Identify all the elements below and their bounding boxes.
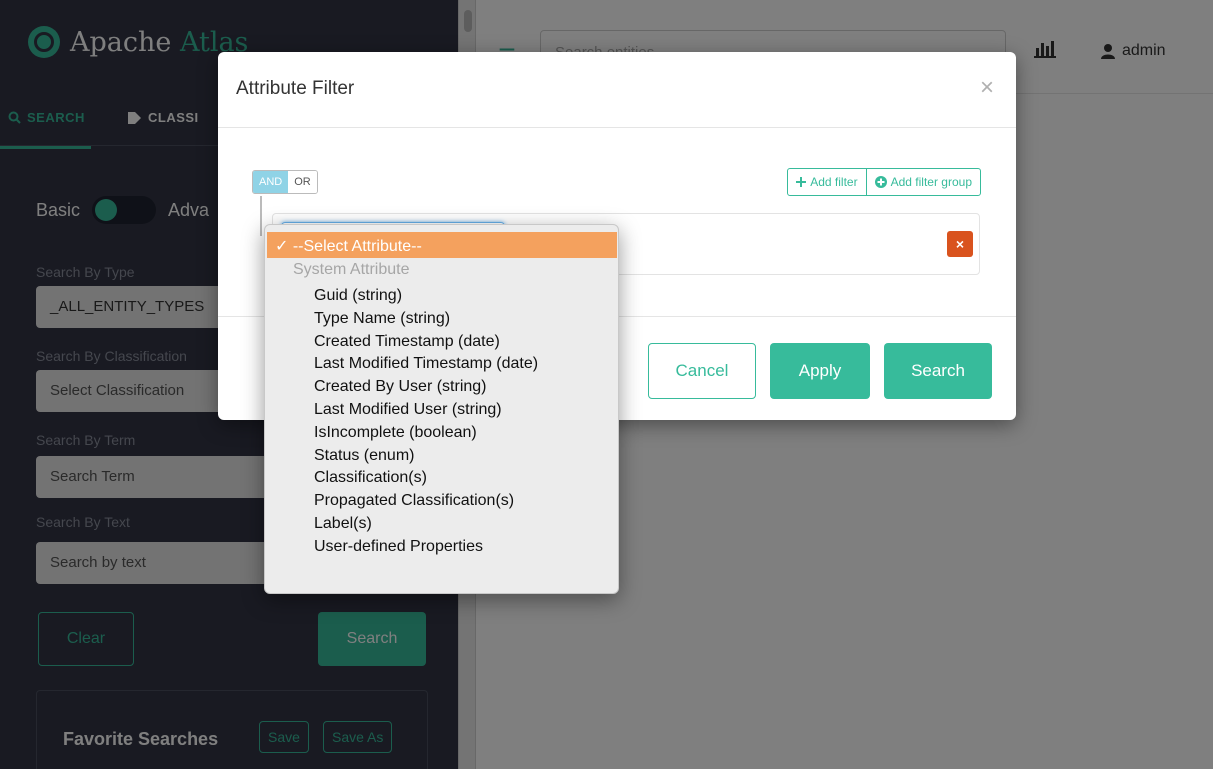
add-filter-button[interactable]: Add filter <box>788 169 865 195</box>
dropdown-option[interactable]: Last Modified Timestamp (date) <box>314 353 538 376</box>
dropdown-option[interactable]: Propagated Classification(s) <box>314 490 538 513</box>
delete-rule-icon[interactable]: × <box>947 231 973 257</box>
dropdown-option[interactable]: IsIncomplete (boolean) <box>314 422 538 445</box>
dropdown-option[interactable]: Type Name (string) <box>314 308 538 331</box>
dropdown-option-selected[interactable]: ✓ --Select Attribute-- <box>267 232 617 258</box>
and-button[interactable]: AND <box>253 171 289 193</box>
dropdown-options: Guid (string) Type Name (string) Created… <box>314 285 538 559</box>
dropdown-option[interactable]: Guid (string) <box>314 285 538 308</box>
modal-search-button[interactable]: Search <box>884 343 992 399</box>
plus-icon <box>796 177 807 187</box>
add-filter-label: Add filter <box>810 175 858 189</box>
dropdown-option[interactable]: Classification(s) <box>314 467 538 490</box>
dropdown-option[interactable]: Status (enum) <box>314 445 538 468</box>
dropdown-option[interactable]: Created Timestamp (date) <box>314 331 538 354</box>
and-or-toggle: AND OR <box>252 170 318 194</box>
modal-header: Attribute Filter × <box>218 52 1016 128</box>
dropdown-option[interactable]: Last Modified User (string) <box>314 399 538 422</box>
dropdown-option[interactable]: Label(s) <box>314 513 538 536</box>
or-button[interactable]: OR <box>288 171 317 193</box>
plus-circle-icon <box>874 176 887 188</box>
dropdown-group-label: System Attribute <box>293 261 410 278</box>
modal-title: Attribute Filter <box>236 78 355 99</box>
add-filter-group-button[interactable]: Add filter group <box>865 169 980 195</box>
attribute-dropdown: ✓ --Select Attribute-- System Attribute … <box>264 224 619 594</box>
apply-button[interactable]: Apply <box>770 343 870 399</box>
close-icon[interactable]: × <box>980 74 994 102</box>
cancel-button[interactable]: Cancel <box>648 343 756 399</box>
add-filter-group-label: Add filter group <box>890 175 972 189</box>
filter-actions: Add filter Add filter group <box>787 168 981 196</box>
rule-connector <box>260 196 262 236</box>
dropdown-option[interactable]: User-defined Properties <box>314 536 538 559</box>
dropdown-option[interactable]: Created By User (string) <box>314 376 538 399</box>
